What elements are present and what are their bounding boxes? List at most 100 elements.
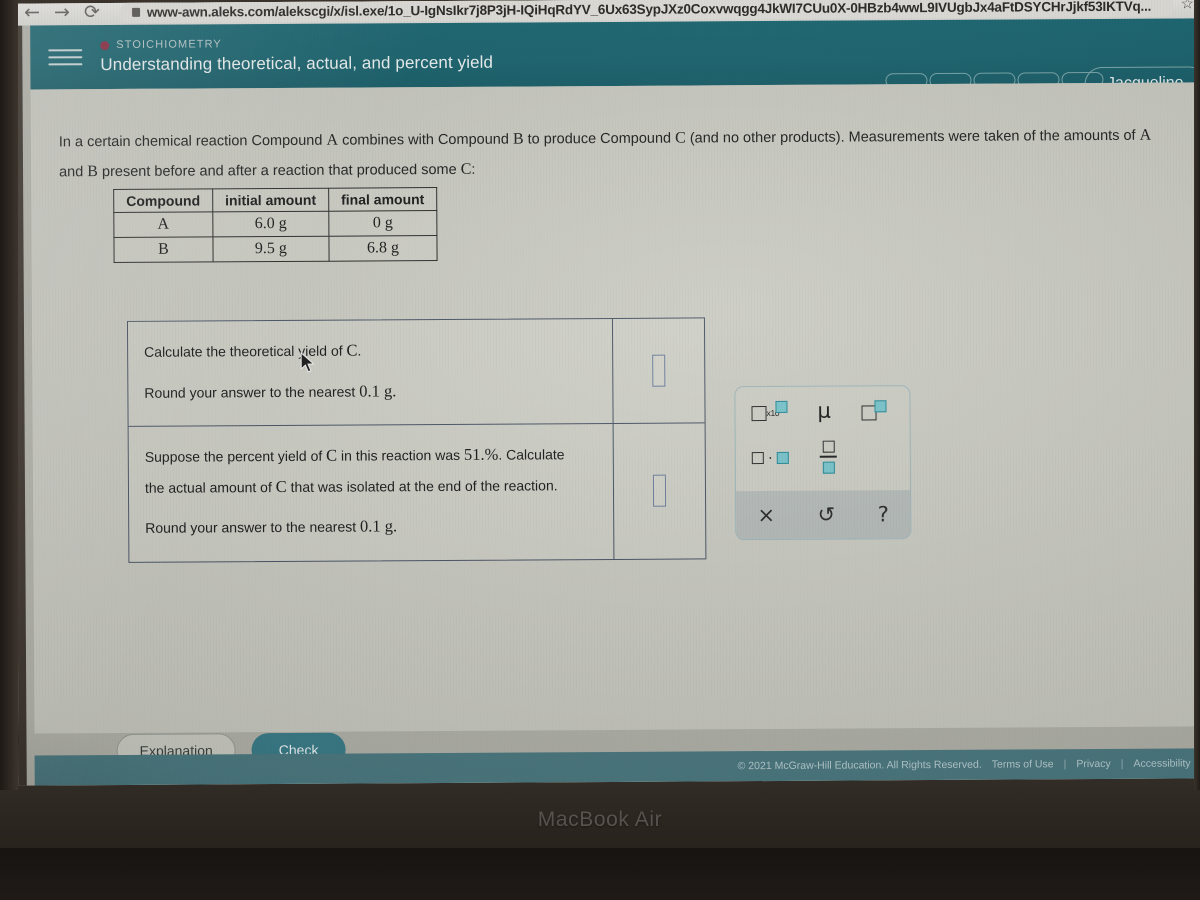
q2-round-num: 0.1 <box>359 516 381 536</box>
reload-icon[interactable]: ⟳ <box>84 1 100 23</box>
q2-compound-c-2: C <box>275 476 287 496</box>
denominator-square-icon <box>822 461 835 474</box>
q1-compound-c: C <box>346 340 358 360</box>
table-row: B 9.5 g 6.8 g <box>113 235 438 263</box>
q1-round-num: 0.1 <box>359 380 380 401</box>
copyright-text: © 2021 McGraw-Hill Education. All Rights… <box>737 758 982 773</box>
laptop-photo: MacBook Air hi ← → ⟳ www-awn.aleks.com/a… <box>0 0 1200 900</box>
laptop-right-bezel <box>1194 0 1200 790</box>
q2-text-e: that was isolated at the end of the reac… <box>286 476 558 495</box>
cell-compound: B <box>113 236 213 263</box>
question-2-line-1: Suppose the percent yield of C in this r… <box>145 439 597 472</box>
app-header: STOICHIOMETRY Understanding theoretical,… <box>30 18 1200 103</box>
column-header-compound: Compound <box>113 188 213 213</box>
url-text: www-awn.aleks.com/alekscgi/x/isl.exe/1o_… <box>146 0 1152 20</box>
scientific-notation-button[interactable]: x10 <box>751 400 788 425</box>
question-1-text: Calculate the theoretical yield of C. Ro… <box>128 319 613 426</box>
q2-text-c: . Calculate <box>498 446 565 463</box>
question-1-line-2: Round your answer to the nearest 0.1 g. <box>144 375 596 408</box>
micro-prefix-button[interactable]: μ <box>817 399 831 423</box>
exponent-square-icon <box>775 400 788 413</box>
page-title: Understanding theoretical, actual, and p… <box>100 52 494 75</box>
question-1-answer-cell[interactable] <box>611 318 705 424</box>
q2-text-d: the actual amount of <box>144 478 276 496</box>
multiply-dot-button[interactable]: · <box>751 448 789 467</box>
prompt-text-1: In a certain chemical reaction Compound <box>58 132 327 151</box>
star-icon[interactable]: ☆ <box>1181 0 1195 12</box>
site-info-icon[interactable] <box>131 7 140 17</box>
problem-prompt: In a certain chemical reaction Compound … <box>59 121 1159 188</box>
footer-separator: | <box>1120 757 1124 770</box>
questions-grid: Calculate the theoretical yield of C. Ro… <box>126 317 707 563</box>
topic-label: STOICHIOMETRY <box>116 38 222 51</box>
superscript-button[interactable] <box>861 400 887 424</box>
cell-final: 0 g <box>328 210 438 237</box>
question-1-line-1: Calculate the theoretical yield of C. <box>144 334 596 367</box>
accessibility-link[interactable]: Accessibility <box>1133 757 1190 769</box>
footer-separator: | <box>1063 758 1067 771</box>
compound-b-symbol: B <box>512 130 524 148</box>
problem-content: In a certain chemical reaction Compound … <box>30 82 1200 769</box>
cell-final: 6.8 g <box>328 235 438 262</box>
math-palette: x10 μ · × ↺ ? <box>734 385 912 541</box>
fraction-bar-icon <box>819 455 837 458</box>
privacy-link[interactable]: Privacy <box>1076 758 1111 770</box>
q2-round-b: g. <box>380 516 398 536</box>
topic-dot-icon <box>100 40 110 50</box>
fraction-icon <box>819 439 837 475</box>
left-square-icon <box>751 451 764 464</box>
cell-compound: A <box>113 211 213 238</box>
terms-of-use-link[interactable]: Terms of Use <box>992 758 1054 770</box>
prompt-text-4: (and no other products). Measurements we… <box>685 128 1060 147</box>
placeholder-square-icon <box>751 405 767 421</box>
q2-text-a: Suppose the percent yield of <box>144 447 327 465</box>
macbook-air-label: MacBook Air <box>537 808 663 831</box>
laptop-left-bezel <box>0 0 18 790</box>
back-arrow-icon[interactable]: ← <box>24 1 40 23</box>
exponent-square-icon <box>874 400 887 413</box>
prompt-text-2: combines with Compound <box>337 131 513 149</box>
compound-b-symbol-2: B <box>87 163 98 181</box>
table-row: A 6.0 g 0 g <box>113 210 438 238</box>
question-2-text: Suppose the percent yield of C in this r… <box>129 424 614 562</box>
right-square-icon <box>776 451 789 464</box>
desk-shadow <box>0 848 1200 900</box>
math-palette-grid: x10 μ · <box>735 386 910 493</box>
q1-round-a: Round your answer to the nearest <box>144 383 360 401</box>
numerator-square-icon <box>822 440 835 453</box>
compound-a-symbol: A <box>326 131 339 149</box>
question-2-line-3: Round your answer to the nearest 0.1 g. <box>145 510 597 543</box>
topic-row: STOICHIOMETRY <box>100 37 493 51</box>
hamburger-menu-icon[interactable] <box>48 49 83 66</box>
question-row-1: Calculate the theoretical yield of C. Ro… <box>127 318 705 427</box>
forward-arrow-icon[interactable]: → <box>54 1 70 23</box>
cell-initial: 9.5 g <box>212 236 329 262</box>
math-palette-footer: × ↺ ? <box>736 490 911 540</box>
q1-text-b: . <box>357 342 362 359</box>
prompt-text-8: : <box>471 162 476 179</box>
q1-round-b: g. <box>379 380 397 400</box>
q2-round-a: Round your answer to the nearest <box>145 518 361 536</box>
clear-button[interactable]: × <box>757 503 775 527</box>
compound-c-symbol: C <box>675 129 686 147</box>
undo-button[interactable]: ↺ <box>817 503 835 527</box>
compound-c-symbol-2: C <box>460 161 472 179</box>
header-titles: STOICHIOMETRY Understanding theoretical,… <box>100 37 493 75</box>
question-row-2: Suppose the percent yield of C in this r… <box>129 423 706 561</box>
prompt-text-6: and <box>58 164 88 181</box>
compound-a-symbol-2: A <box>1139 126 1152 144</box>
answer-input-2[interactable] <box>652 474 667 508</box>
prompt-text-5: amounts of <box>1063 127 1140 145</box>
question-2-answer-cell[interactable] <box>612 423 706 559</box>
fraction-button[interactable] <box>819 439 837 475</box>
cell-initial: 6.0 g <box>212 211 329 237</box>
prompt-text-3: to produce Compound <box>523 130 676 148</box>
laptop-screen: hi ← → ⟳ www-awn.aleks.com/alekscgi/x/is… <box>14 0 1200 786</box>
help-button[interactable]: ? <box>878 502 889 526</box>
prompt-text-7: present before and after a reaction that… <box>97 162 461 181</box>
dot-icon: · <box>767 448 773 467</box>
measurements-table: Compound initial amount final amount A 6… <box>113 187 438 264</box>
table-header-row: Compound initial amount final amount <box>113 187 437 213</box>
answer-input-1[interactable] <box>652 354 666 387</box>
column-header-final: final amount <box>328 187 437 212</box>
